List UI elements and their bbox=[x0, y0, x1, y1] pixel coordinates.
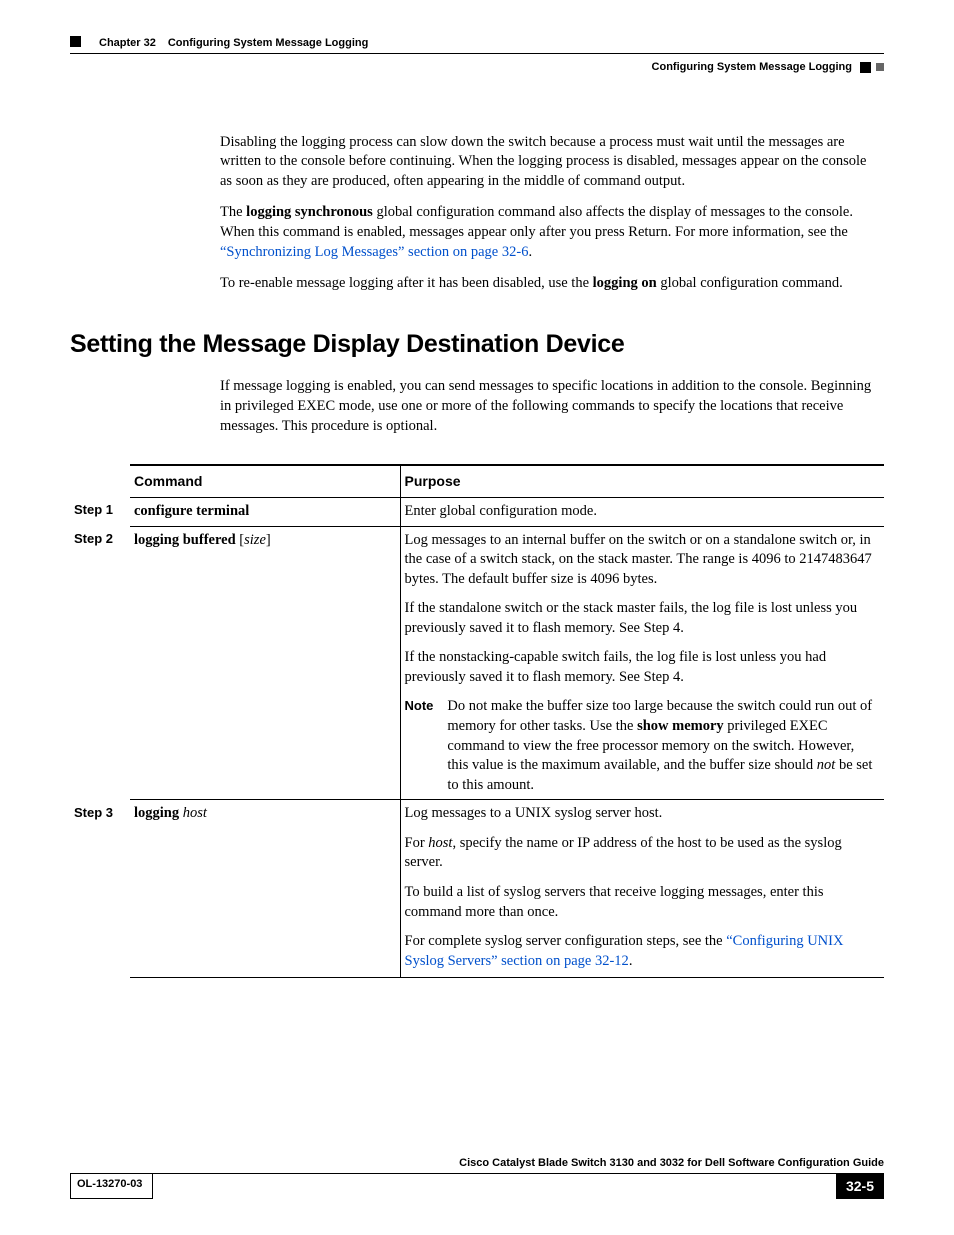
intro-p2: The logging synchronous global configura… bbox=[220, 203, 874, 262]
steps-table: Command Purpose Step 1 configure termina… bbox=[70, 464, 884, 978]
purpose-cell: Log messages to an internal buffer on th… bbox=[400, 526, 884, 800]
purpose-cell: Log messages to a UNIX syslog server hos… bbox=[400, 800, 884, 978]
page-footer: Cisco Catalyst Blade Switch 3130 and 303… bbox=[70, 1156, 884, 1199]
intro-p1: Disabling the logging process can slow d… bbox=[220, 133, 874, 192]
chapter-num: Chapter 32 bbox=[99, 36, 156, 51]
table-row: Step 3 logging host Log messages to a UN… bbox=[70, 800, 884, 978]
note-text: Do not make the buffer size too large be… bbox=[447, 697, 878, 795]
table-row: Step 1 configure terminal Enter global c… bbox=[70, 497, 884, 526]
doc-id: OL-13270-03 bbox=[70, 1174, 153, 1199]
command-cell: configure terminal bbox=[130, 497, 400, 526]
purpose-cell: Enter global configuration mode. bbox=[400, 497, 884, 526]
page-number: 32-5 bbox=[836, 1174, 884, 1199]
running-header: Chapter 32 Configuring System Message Lo… bbox=[70, 36, 884, 54]
table-row: Step 2 logging buffered [size] Log messa… bbox=[70, 526, 884, 800]
section-title: Setting the Message Display Destination … bbox=[70, 328, 884, 362]
command-cell: logging buffered [size] bbox=[130, 526, 400, 800]
sync-log-link[interactable]: “Synchronizing Log Messages” section on … bbox=[220, 244, 528, 260]
deco-square-icon bbox=[876, 63, 884, 71]
col-command: Command bbox=[130, 465, 400, 497]
note-block: Note Do not make the buffer size too lar… bbox=[405, 697, 879, 795]
step-label: Step 3 bbox=[70, 800, 130, 978]
section-intro: If message logging is enabled, you can s… bbox=[220, 377, 874, 436]
step-label: Step 2 bbox=[70, 526, 130, 800]
chapter-title: Configuring System Message Logging bbox=[168, 36, 368, 51]
section-name: Configuring System Message Logging bbox=[652, 60, 852, 75]
note-label: Note bbox=[405, 697, 448, 795]
deco-square-icon bbox=[860, 62, 871, 73]
footer-guide: Cisco Catalyst Blade Switch 3130 and 303… bbox=[70, 1156, 884, 1174]
header-square-icon bbox=[70, 36, 81, 47]
intro-text: Disabling the logging process can slow d… bbox=[220, 133, 874, 294]
col-purpose: Purpose bbox=[400, 465, 884, 497]
section-header: Configuring System Message Logging bbox=[70, 60, 884, 75]
section-intro-p: If message logging is enabled, you can s… bbox=[220, 377, 874, 436]
intro-p3: To re-enable message logging after it ha… bbox=[220, 274, 874, 294]
step-label: Step 1 bbox=[70, 497, 130, 526]
command-cell: logging host bbox=[130, 800, 400, 978]
